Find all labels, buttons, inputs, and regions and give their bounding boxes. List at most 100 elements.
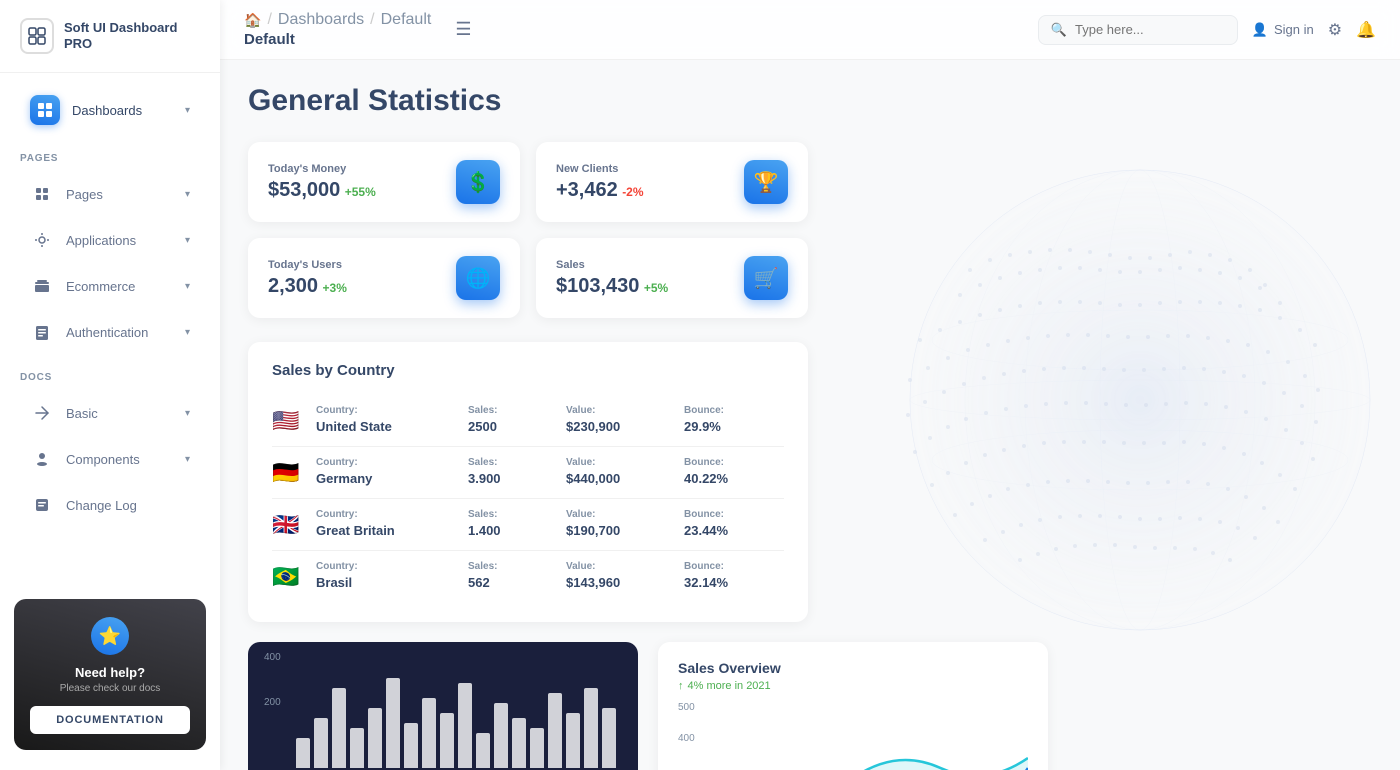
sales-col-0: Sales: 2500	[468, 405, 558, 436]
sidebar-item-dashboards[interactable]: Dashboards ▾	[10, 85, 210, 135]
country-value-2: Great Britain	[316, 523, 395, 538]
search-icon: 🔍	[1051, 22, 1067, 38]
bounce-col-1: Bounce: 40.22%	[684, 457, 784, 488]
help-star-icon: ⭐	[91, 617, 129, 655]
sidebar-item-components[interactable]: Components ▾	[10, 437, 210, 481]
authentication-label: Authentication	[66, 325, 148, 340]
pages-icon	[30, 182, 54, 206]
sales-label-3: Sales:	[468, 561, 558, 572]
flag-1: 🇩🇪	[272, 460, 308, 486]
breadcrumb-dashboards[interactable]: Dashboards	[278, 11, 364, 29]
sales-value-0: 2500	[468, 419, 497, 434]
value-value-0: $230,900	[566, 419, 620, 434]
sidebar: Soft UI Dashboard PRO Dashboards ▾ PAGES	[0, 0, 220, 770]
help-card: ⭐ Need help? Please check our docs DOCUM…	[14, 599, 206, 750]
country-name-col-3: Country: Brasil	[316, 561, 460, 592]
table-row: 🇩🇪 Country: Germany Sales: 3.900 Value: …	[272, 447, 784, 499]
value-value-3: $143,960	[566, 575, 620, 590]
value-label-2: Value:	[566, 509, 676, 520]
sidebar-item-changelog[interactable]: Change Log	[10, 483, 210, 527]
value-col-3: Value: $143,960	[566, 561, 676, 592]
stat-value-0: $53,000	[268, 179, 340, 201]
flag-3: 🇧🇷	[272, 564, 308, 590]
breadcrumb-current: Default	[244, 31, 431, 48]
documentation-button[interactable]: DOCUMENTATION	[30, 706, 190, 734]
bar-1	[314, 718, 328, 768]
stat-value-row-3: $103,430 +5%	[556, 275, 744, 298]
y-label-200: 200	[264, 697, 281, 708]
bounce-label-2: Bounce:	[684, 509, 784, 520]
changelog-label: Change Log	[66, 498, 137, 513]
logo-icon	[20, 18, 54, 54]
signin-button[interactable]: 👤 Sign in	[1252, 22, 1314, 38]
stat-info-1: New Clients +3,462 -2%	[556, 163, 744, 202]
sales-by-country-card: Sales by Country 🇺🇸 Country: United Stat…	[248, 342, 808, 622]
breadcrumb-default-small[interactable]: Default	[381, 11, 432, 29]
bar-16	[584, 688, 598, 768]
pages-label: Pages	[66, 187, 103, 202]
sales-overview-card: Sales Overview ↑ 4% more in 2021 500 400	[658, 642, 1048, 770]
bar-11	[494, 703, 508, 768]
bar-5	[386, 678, 400, 768]
search-input[interactable]	[1075, 22, 1225, 37]
table-row: 🇧🇷 Country: Brasil Sales: 562 Value: $14…	[272, 551, 784, 602]
sidebar-item-ecommerce[interactable]: Ecommerce ▾	[10, 264, 210, 308]
components-icon	[30, 447, 54, 471]
breadcrumb-sep2: /	[370, 11, 374, 29]
bottom-charts: 400 200 0 Sales Overview ↑ 4% more in 20…	[248, 642, 1048, 770]
stat-label-0: Today's Money	[268, 163, 456, 175]
bounce-value-3: 32.14%	[684, 575, 728, 590]
table-row: 🇬🇧 Country: Great Britain Sales: 1.400 V…	[272, 499, 784, 551]
ecommerce-icon	[30, 274, 54, 298]
sidebar-item-applications[interactable]: Applications ▾	[10, 218, 210, 262]
sidebar-item-basic[interactable]: Basic ▾	[10, 391, 210, 435]
bar-8	[440, 713, 454, 768]
settings-icon[interactable]: ⚙	[1328, 20, 1342, 40]
stat-card-0: Today's Money $53,000 +55% 💲	[248, 142, 520, 222]
stats-grid: Today's Money $53,000 +55% 💲 New Clients…	[248, 142, 808, 318]
topbar-right: 🔍 👤 Sign in ⚙ 🔔	[1038, 15, 1376, 45]
sidebar-nav: Dashboards ▾ PAGES Pages ▾	[0, 73, 220, 589]
sidebar-item-pages[interactable]: Pages ▾	[10, 172, 210, 216]
menu-toggle-icon[interactable]: ☰	[455, 19, 471, 40]
sales-col-3: Sales: 562	[468, 561, 558, 592]
pages-chevron: ▾	[185, 189, 190, 200]
sidebar-item-authentication[interactable]: Authentication ▾	[10, 310, 210, 354]
stat-label-1: New Clients	[556, 163, 744, 175]
value-label-1: Value:	[566, 457, 676, 468]
stat-value-3: $103,430	[556, 275, 639, 297]
value-value-2: $190,700	[566, 523, 620, 538]
country-label-1: Country:	[316, 457, 460, 468]
sales-label-1: Sales:	[468, 457, 558, 468]
flag-2: 🇬🇧	[272, 512, 308, 538]
applications-label: Applications	[66, 233, 136, 248]
stat-info-2: Today's Users 2,300 +3%	[268, 259, 456, 298]
home-icon[interactable]: 🏠	[244, 12, 261, 29]
basic-chevron: ▾	[185, 408, 190, 419]
bar-12	[512, 718, 526, 768]
bar-15	[566, 713, 580, 768]
signin-person-icon: 👤	[1252, 22, 1268, 38]
dashboards-chevron: ▾	[185, 105, 190, 116]
value-col-1: Value: $440,000	[566, 457, 676, 488]
notifications-icon[interactable]: 🔔	[1356, 20, 1376, 40]
globe-decoration	[840, 140, 1400, 660]
ecommerce-chevron: ▾	[185, 281, 190, 292]
stat-change-0: +55%	[345, 185, 376, 199]
stat-icon-3: 🛒	[744, 256, 788, 300]
bounce-value-1: 40.22%	[684, 471, 728, 486]
stat-value-row-0: $53,000 +55%	[268, 179, 456, 202]
bar-0	[296, 738, 310, 768]
value-label-3: Value:	[566, 561, 676, 572]
components-label: Components	[66, 452, 140, 467]
help-title: Need help?	[30, 665, 190, 680]
overview-y-labels: 500 400	[678, 702, 1028, 744]
stat-card-3: Sales $103,430 +5% 🛒	[536, 238, 808, 318]
bounce-col-3: Bounce: 32.14%	[684, 561, 784, 592]
bar-9	[458, 683, 472, 768]
country-label-3: Country:	[316, 561, 460, 572]
stat-change-2: +3%	[323, 281, 347, 295]
sales-overview-subtitle: ↑ 4% more in 2021	[678, 680, 1028, 692]
country-name-col-0: Country: United State	[316, 405, 460, 436]
sales-overview-title: Sales Overview	[678, 660, 1028, 676]
